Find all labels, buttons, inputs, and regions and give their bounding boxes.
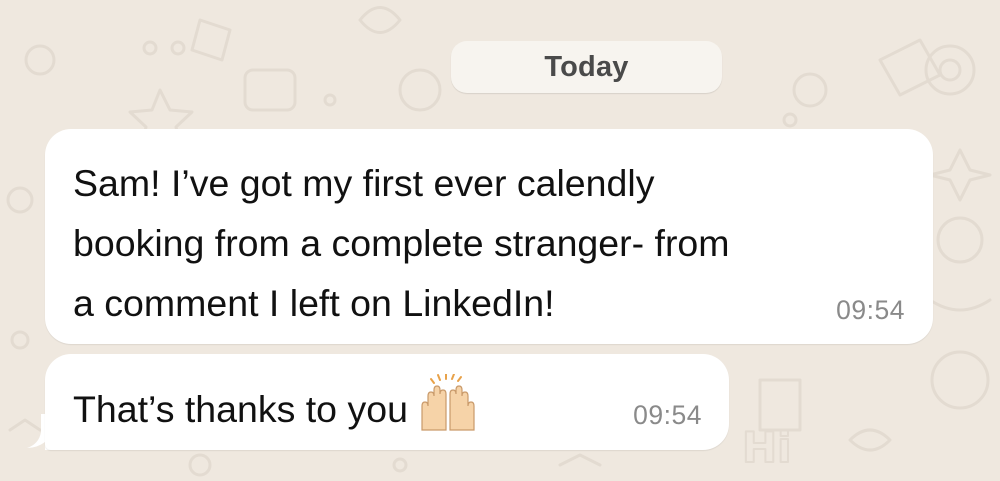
message-timestamp: 09:54 xyxy=(836,295,905,325)
message-text: Sam! I’ve got my first ever calendly boo… xyxy=(73,162,730,324)
raising-hands-icon xyxy=(421,374,475,431)
date-separator: Today xyxy=(451,41,722,93)
chat-screen: { "chat": { "date_separator": "Today", "… xyxy=(0,0,1000,481)
message-bubble[interactable]: That’s thanks to you 09:54 xyxy=(45,354,729,450)
message-text-row: That’s thanks to you xyxy=(73,374,480,437)
svg-text:Hi: Hi xyxy=(742,423,792,472)
message-bubble[interactable]: Sam! I’ve got my first ever calendly boo… xyxy=(45,129,933,344)
date-separator-label: Today xyxy=(544,50,629,83)
message-timestamp: 09:54 xyxy=(633,400,702,430)
message-text: That’s thanks to you xyxy=(73,388,408,430)
